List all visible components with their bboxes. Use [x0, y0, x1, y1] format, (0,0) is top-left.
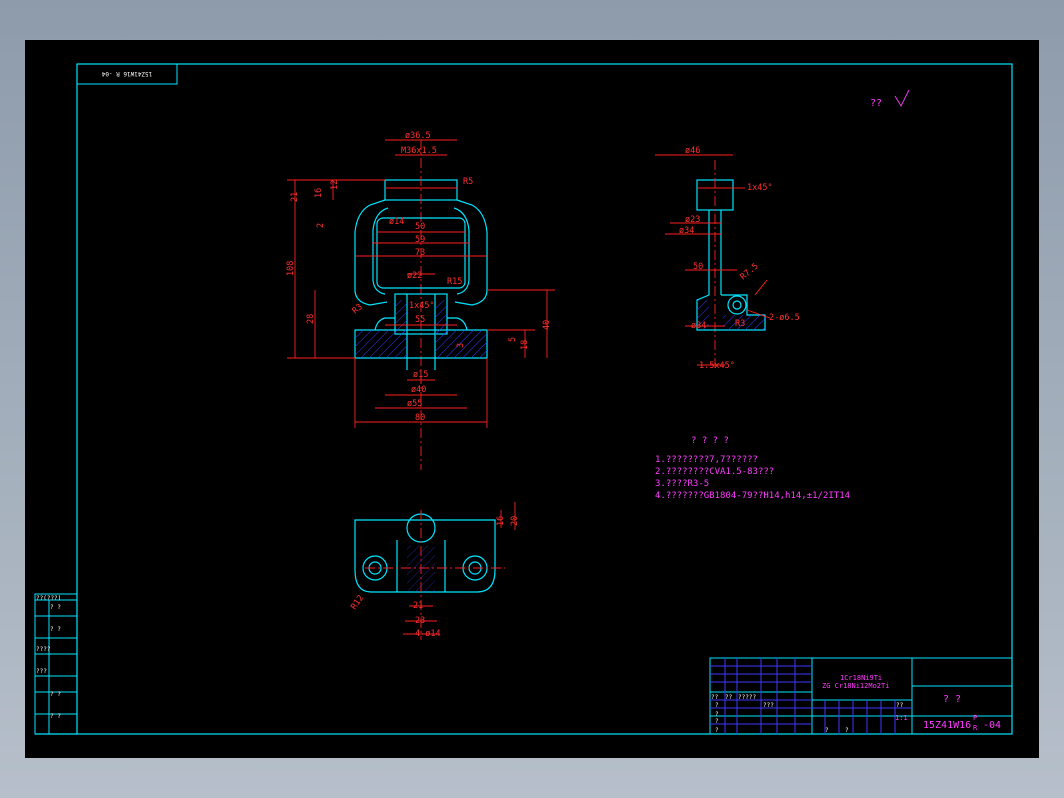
side-dim-46: ø46: [685, 146, 700, 156]
side-view: ø46 1x45° ø23 ø34 50 R7.5 2-ø6.5 ø34 R3 …: [655, 146, 800, 371]
side-dim-r3: R3: [735, 319, 745, 329]
cad-drawing: ??(???) ? ? ? ? ???? ??? ? ? ? ? 15Z41W1…: [34, 63, 1013, 735]
technical-notes: ? ? ? ? 1.????????7,7?????? 2.????????CV…: [655, 436, 850, 501]
side-dim-50: 50: [693, 262, 703, 272]
dim-16: 16: [314, 188, 324, 198]
dim-2: 2: [316, 223, 326, 228]
part-name: ? ?: [943, 694, 961, 705]
dim-r3: R3: [351, 302, 365, 316]
dim-21: 21: [290, 192, 300, 202]
dim-80: 80: [415, 413, 425, 423]
tb-cell-8: ?: [825, 727, 829, 734]
dim-73: 73: [415, 248, 425, 258]
strip-label-4: ???: [36, 668, 47, 675]
front-view: ø36.5 M36x1.5 R5 ø14 50 59 73 ø22 R15 1x…: [286, 131, 555, 470]
scale: 1:1: [895, 714, 908, 722]
tb-cell-7: ?: [715, 727, 719, 734]
side-dim-23: ø23: [685, 215, 700, 225]
tb-cell-4: ?: [715, 702, 719, 709]
strip-label-6: ? ?: [50, 713, 61, 720]
dim-22: ø22: [407, 271, 422, 281]
tb-cell-3: ???: [763, 702, 774, 709]
top-dim-20: 20: [510, 516, 520, 526]
side-dim-1x45: 1x45°: [747, 183, 773, 193]
strip-label-2: ? ?: [50, 626, 61, 633]
top-dim-23: 4-ø14: [415, 629, 441, 639]
top-dim-16: 16: [496, 516, 506, 526]
dim-108: 108: [286, 261, 296, 276]
title-block: 1Cr18Ni9Ti ZG Cr18Ni12Mo2Ti ? ? 1:1 15Z4…: [709, 657, 1013, 735]
tb-cell-1: ??: [725, 694, 733, 701]
drawing-number-sub-bottom: R: [973, 724, 978, 732]
top-dim-21: 23: [415, 616, 425, 626]
roughness-mark: ??: [870, 98, 882, 109]
dim-40: ø40: [411, 385, 426, 395]
dim-r15: R15: [447, 277, 462, 287]
tb-cell-2: ?????: [738, 694, 756, 701]
dim-5: 5: [508, 337, 518, 342]
strip-label-0: ??(???): [36, 595, 61, 602]
tb-cell-0: ??: [711, 694, 719, 701]
dim-m36: M36x1.5: [401, 146, 437, 156]
dim-59: 59: [415, 235, 425, 245]
strip-label-5: ? ?: [50, 691, 61, 698]
drawing-sheet: ??(???) ? ? ? ? ???? ??? ? ? ? ? 15Z41W1…: [25, 40, 1039, 758]
side-dim-1-5x45: 1.5x45°: [699, 361, 735, 371]
corner-code: 15Z41W16 R -04: [101, 70, 152, 77]
note-2: 2.????????CVA1.5-83???: [655, 467, 774, 477]
side-dim-r7-5: R7.5: [739, 261, 761, 282]
tb-cell-6: ?: [715, 718, 719, 725]
dim-12: 12: [330, 180, 340, 190]
dim-50: 50: [415, 222, 425, 232]
tb-cell-5: ?: [715, 711, 719, 718]
left-strip-rows: ??(???) ? ? ? ? ???? ??? ? ? ? ?: [35, 595, 77, 734]
dim-1x45: 1x45°: [409, 301, 435, 311]
material-line2: ZG Cr18Ni12Mo2Ti: [822, 682, 889, 690]
dim-28: 28: [306, 314, 316, 324]
inner-frame: [76, 63, 1013, 735]
top-dim-11: 21: [413, 601, 423, 611]
note-4: 4.???????GB1804-79??H14,h14,±1/2IT14: [655, 491, 850, 501]
dim-r5: R5: [463, 177, 473, 187]
notes-title: ? ? ? ?: [691, 436, 729, 446]
dim-40v: 40: [542, 320, 552, 330]
roughness-symbol: [894, 89, 910, 107]
note-3: 3.????R3-5: [655, 479, 709, 489]
dim-36-5: ø36.5: [405, 131, 431, 141]
dim-18: 18: [520, 340, 530, 350]
tb-cell-10: ??: [896, 702, 904, 709]
viewport: ??(???) ? ? ? ? ???? ??? ? ? ? ? 15Z41W1…: [0, 0, 1064, 798]
top-view: 21 23 4-ø14 20 16 R12: [349, 502, 520, 640]
side-dim-2-6-5: 2-ø6.5: [769, 313, 800, 323]
dim-55: 55: [415, 315, 425, 325]
drawing-number-suffix: -04: [983, 720, 1001, 731]
top-dim-r12: R12: [349, 593, 366, 611]
drawing-number: 15Z41W16: [923, 720, 971, 731]
dim-55b: ø55: [407, 399, 422, 409]
material-line1: 1Cr18Ni9Ti: [840, 674, 882, 682]
note-1: 1.????????7,7??????: [655, 455, 758, 465]
side-dim-34b: ø34: [691, 321, 706, 331]
strip-label-3: ????: [36, 646, 51, 653]
tb-cell-9: ?: [845, 727, 849, 734]
drawing-number-sub-top: P: [973, 714, 977, 722]
strip-label-1: ? ?: [50, 604, 61, 611]
dim-15: ø15: [413, 370, 428, 380]
dim-14: ø14: [389, 217, 404, 227]
dim-3: 3: [456, 343, 466, 348]
side-dim-34: ø34: [679, 226, 694, 236]
